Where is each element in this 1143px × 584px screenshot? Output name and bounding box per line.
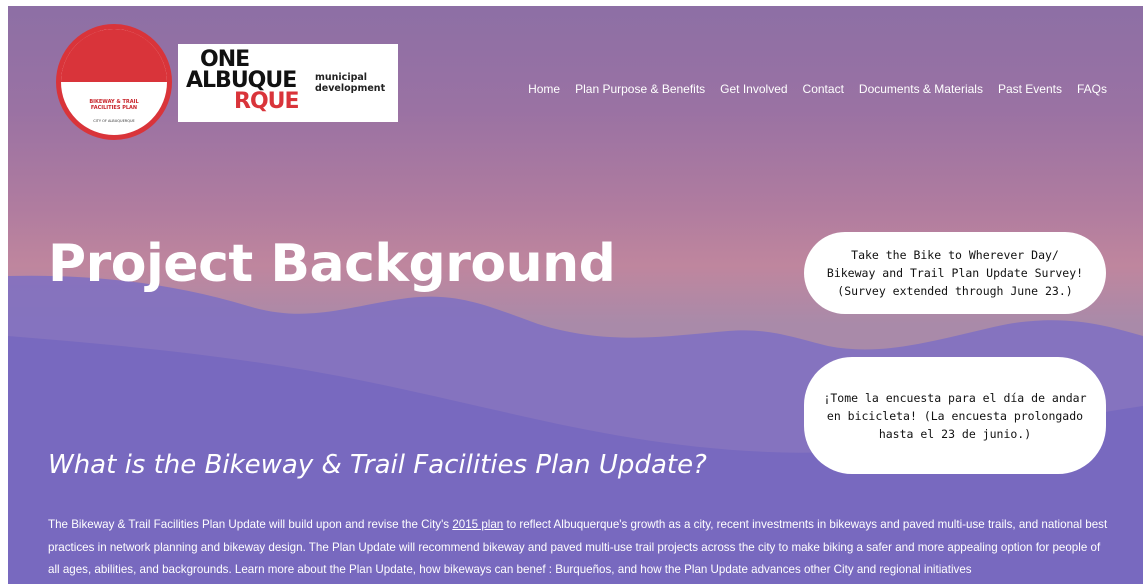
one-albuquerque-logo[interactable]: ONE ALBUQUE RQUE municipal development [178,44,398,122]
survey-en-line2: Bikeway and Trail Plan Update Survey! [826,266,1084,280]
logo-caption: BIKEWAY & TRAIL FACILITIES PLAN [89,99,139,111]
survey-button-spanish[interactable]: ¡Tome la encuesta para el día de andar e… [804,357,1106,474]
page-title: Project Background [48,234,616,294]
survey-button-english[interactable]: Take the Bike to Wherever Day/ Bikeway a… [804,232,1106,314]
nav-faqs[interactable]: FAQs [1077,82,1107,96]
page-background: BIKEWAY & TRAIL FACILITIES PLAN CITY OF … [8,6,1143,584]
survey-en-line1: Take the Bike to Wherever Day/ [851,248,1059,262]
survey-es-line1: ¡Tome la encuesta para el día de andar [823,390,1087,405]
brand-word-one: ONE [200,47,250,72]
main-nav: Home Plan Purpose & Benefits Get Involve… [528,82,1107,96]
section-paragraph: The Bikeway & Trail Facilities Plan Upda… [48,514,1108,582]
nav-contact[interactable]: Contact [803,82,844,96]
logo-sky-shape [61,29,167,82]
2015-plan-link[interactable]: 2015 plan [452,518,503,531]
nav-plan-purpose[interactable]: Plan Purpose & Benefits [575,82,705,96]
nav-documents[interactable]: Documents & Materials [859,82,983,96]
brand-word-albuque: ALBUQUE [186,68,297,93]
brand-subtitle: municipal development [315,72,386,94]
nav-home[interactable]: Home [528,82,560,96]
nav-past-events[interactable]: Past Events [998,82,1062,96]
bikeway-plan-logo[interactable]: BIKEWAY & TRAIL FACILITIES PLAN CITY OF … [56,24,172,140]
survey-es-line3: hasta el 23 de junio.) [878,426,1032,441]
logo-city-caption: CITY OF ALBUQUERQUE [93,119,135,123]
paragraph-text-start: The Bikeway & Trail Facilities Plan Upda… [48,518,453,531]
survey-es-line2: en bicicleta! (La encuesta prolongado [826,408,1084,423]
nav-get-involved[interactable]: Get Involved [720,82,787,96]
survey-en-line3: (Survey extended through June 23.) [837,284,1073,298]
section-heading: What is the Bikeway & Trail Facilities P… [48,450,707,480]
brand-word-rque: RQUE [234,89,300,114]
